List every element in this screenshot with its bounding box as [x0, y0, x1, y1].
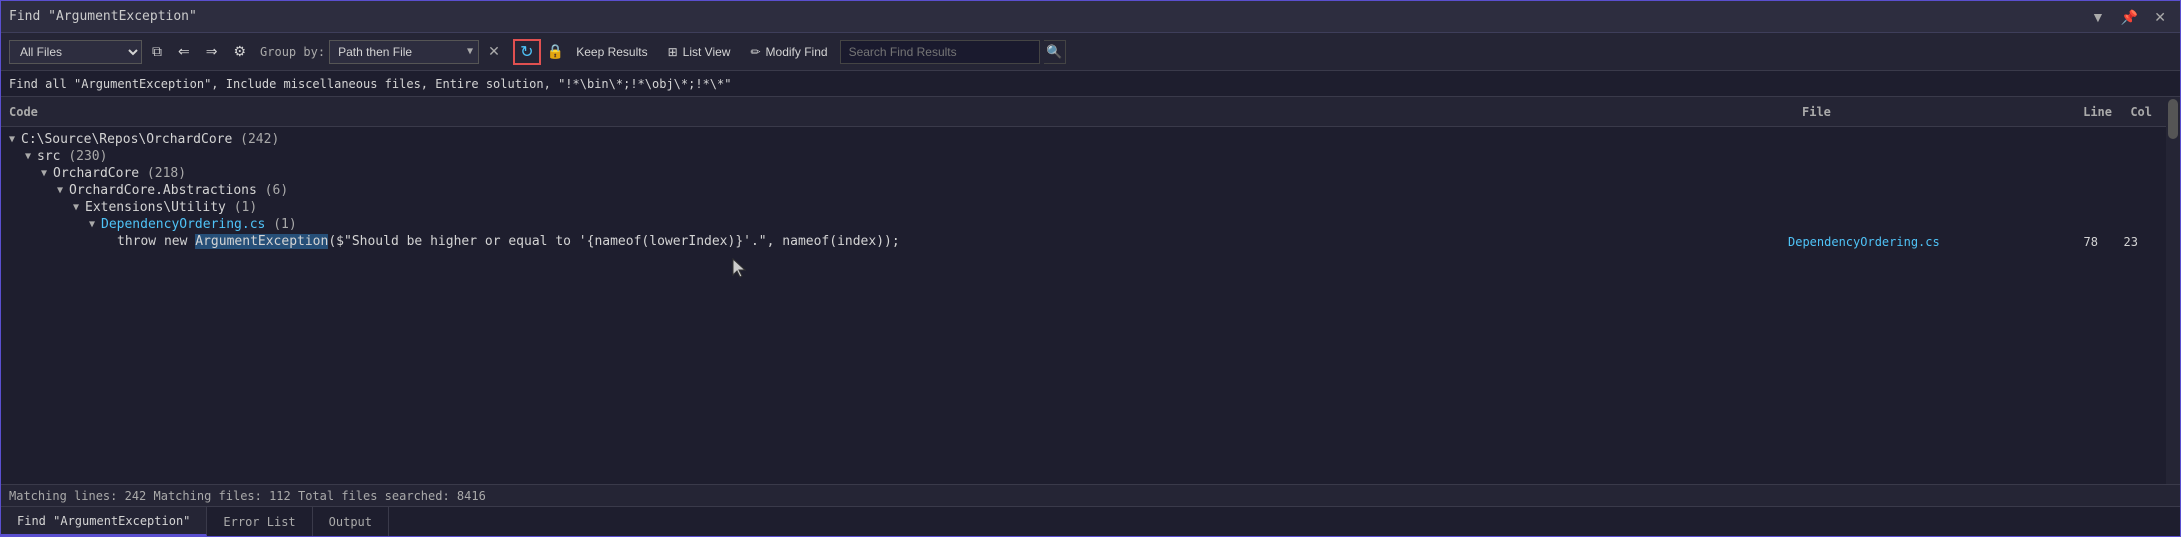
collapse-all-button[interactable]: ⇐	[172, 40, 196, 64]
pencil-icon: ✏	[750, 45, 760, 59]
code-text: throw new ArgumentException($"Should be …	[117, 234, 1788, 249]
triangle-dependency-icon: ▼	[89, 219, 101, 230]
results-area: Code File Line Col ▼ C:\Source\Repos\Orc…	[1, 97, 2180, 484]
pin-button[interactable]: 📌	[2115, 8, 2144, 26]
tree-extensions-utility[interactable]: ▼ Extensions\Utility (1)	[1, 199, 2166, 216]
src-label: src (230)	[37, 149, 107, 164]
find-results-window: Find "ArgumentException" ▼ 📌 ✕ All Files…	[0, 0, 2181, 537]
abstractions-label: OrchardCore.Abstractions (6)	[69, 183, 288, 198]
result-col: 23	[2098, 235, 2158, 249]
query-bar: Find all "ArgumentException", Include mi…	[1, 71, 2180, 97]
tree-abstractions[interactable]: ▼ OrchardCore.Abstractions (6)	[1, 182, 2166, 199]
result-line: 78	[2038, 235, 2098, 249]
triangle-abstractions-icon: ▼	[57, 185, 69, 196]
scrollbar-track[interactable]	[2166, 97, 2180, 484]
column-code: Code	[9, 105, 1802, 119]
status-bar: Matching lines: 242 Matching files: 112 …	[1, 484, 2180, 506]
list-view-icon: ⊞	[668, 45, 678, 59]
tree-dependency-ordering[interactable]: ▼ DependencyOrdering.cs (1)	[1, 216, 2166, 233]
results-content[interactable]: ▼ C:\Source\Repos\OrchardCore (242) ▼ sr…	[1, 127, 2180, 484]
triangle-icon: ▼	[9, 134, 21, 145]
table-row[interactable]: ▼ throw new ArgumentException($"Should b…	[1, 233, 2166, 250]
lock-icon: 🔒	[547, 44, 564, 60]
refresh-button[interactable]: ↻	[513, 39, 541, 65]
title-bar-left: Find "ArgumentException"	[9, 9, 197, 24]
status-text: Matching lines: 242 Matching files: 112 …	[9, 489, 486, 503]
column-col: Col	[2112, 105, 2172, 119]
tree-orchardcore[interactable]: ▼ OrchardCore (218)	[1, 165, 2166, 182]
triangle-src-icon: ▼	[25, 151, 37, 162]
modify-find-button[interactable]: ✏ Modify Find	[742, 40, 835, 64]
list-view-label: List View	[683, 45, 731, 59]
search-find-results-button[interactable]: 🔍	[1044, 40, 1066, 64]
scope-dropdown[interactable]: All Files Current Document Open Document…	[9, 40, 142, 64]
group-by-dropdown[interactable]: Path then File Definition Project then F…	[329, 40, 479, 64]
root-label: C:\Source\Repos\OrchardCore (242)	[21, 132, 279, 147]
modify-find-label: Modify Find	[766, 45, 828, 59]
results-header: Code File Line Col	[1, 97, 2180, 127]
tree-root[interactable]: ▼ C:\Source\Repos\OrchardCore (242)	[1, 131, 2166, 148]
query-text: Find all "ArgumentException", Include mi…	[9, 77, 731, 91]
tree-src[interactable]: ▼ src (230)	[1, 148, 2166, 165]
result-file: DependencyOrdering.cs	[1788, 235, 2038, 249]
search-find-results-input[interactable]	[840, 40, 1040, 64]
expand-all-button[interactable]: ⇒	[200, 40, 224, 64]
tab-error-list[interactable]: Error List	[207, 507, 312, 536]
list-view-button[interactable]: ⊞ List View	[660, 40, 739, 64]
triangle-extensions-icon: ▼	[73, 202, 85, 213]
window-title: Find "ArgumentException"	[9, 9, 197, 24]
orchardcore-label: OrchardCore (218)	[53, 166, 186, 181]
mouse-cursor	[731, 257, 747, 283]
triangle-orchardcore-icon: ▼	[41, 168, 53, 179]
toolbar: All Files Current Document Open Document…	[1, 33, 2180, 71]
code-highlight: ArgumentException	[195, 234, 328, 249]
tab-output[interactable]: Output	[313, 507, 389, 536]
keep-results-button[interactable]: Keep Results	[568, 40, 655, 64]
title-bar: Find "ArgumentException" ▼ 📌 ✕	[1, 1, 2180, 33]
column-line: Line	[2052, 105, 2112, 119]
bottom-tabs: Find "ArgumentException" Error List Outp…	[1, 506, 2180, 536]
keep-results-label: Keep Results	[576, 45, 647, 59]
title-bar-right: ▼ 📌 ✕	[2085, 8, 2172, 26]
group-by-dropdown-wrapper: Path then File Definition Project then F…	[329, 40, 479, 64]
filter-button[interactable]: ⚙	[227, 40, 252, 64]
tab-find-argumentexception[interactable]: Find "ArgumentException"	[1, 507, 207, 536]
group-by-label: Group by:	[260, 45, 325, 59]
dropdown-button[interactable]: ▼	[2085, 8, 2111, 26]
column-file: File	[1802, 105, 2052, 119]
dependency-ordering-label: DependencyOrdering.cs (1)	[101, 217, 297, 232]
scrollbar-thumb[interactable]	[2168, 99, 2178, 139]
extensions-utility-label: Extensions\Utility (1)	[85, 200, 257, 215]
close-button[interactable]: ✕	[2148, 8, 2172, 26]
scope-dropdown-wrapper: All Files Current Document Open Document…	[9, 40, 142, 64]
close-x-button[interactable]: ✕	[483, 40, 505, 64]
copy-button[interactable]: ⧉	[146, 40, 168, 64]
